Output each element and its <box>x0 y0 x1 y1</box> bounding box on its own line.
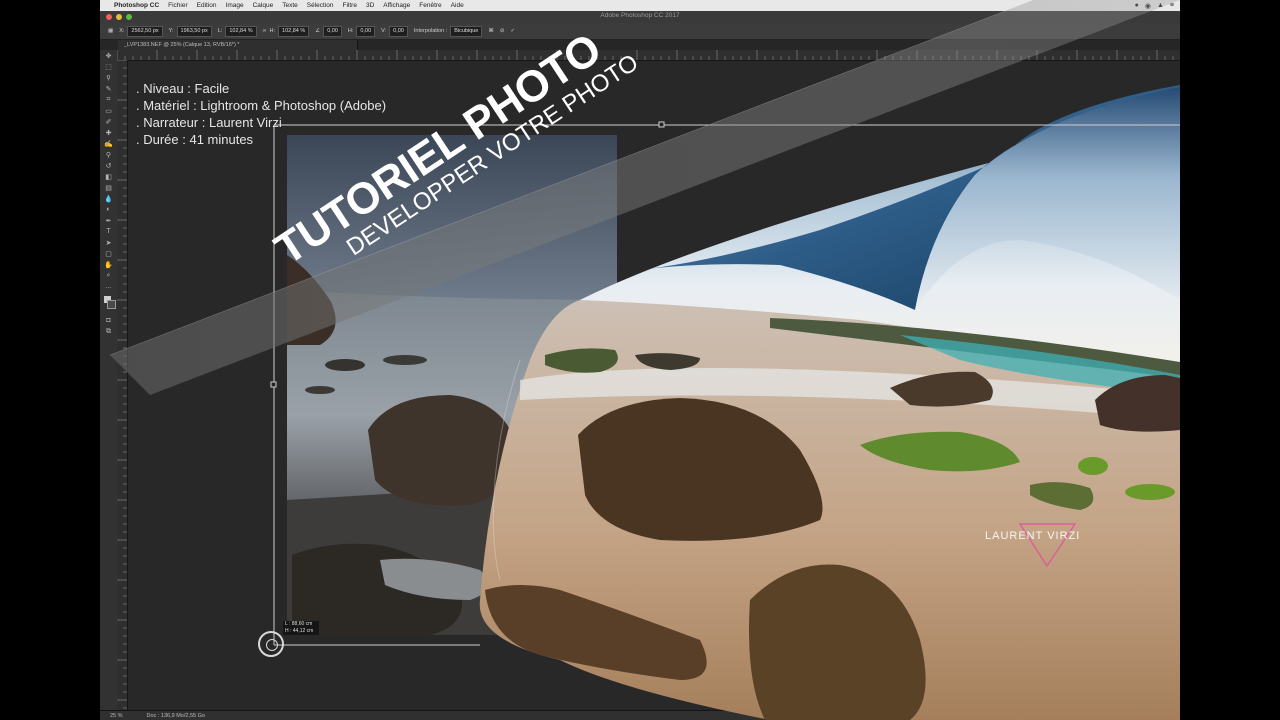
info-niveau: . Niveau : Facile <box>136 81 230 96</box>
tip-height: H : 44,12 cm <box>285 628 314 634</box>
rotate-handle-icon[interactable] <box>258 631 284 657</box>
watermark-logo: LAURENT VIRZI <box>985 523 1081 568</box>
info-narrateur: . Narrateur : Laurent Virzi <box>136 115 282 130</box>
tutorial-info: . Niveau : Facile . Matériel : Lightroom… <box>136 80 386 148</box>
watermark-text: LAURENT VIRZI <box>985 530 1081 542</box>
info-materiel: . Matériel : Lightroom & Photoshop (Adob… <box>136 98 387 113</box>
transform-dimensions-tooltip: L : 88,60 cm H : 44,12 cm <box>283 621 319 635</box>
info-duree: . Durée : 41 minutes <box>136 132 254 147</box>
tip-width: L : 88,60 cm <box>285 621 313 627</box>
